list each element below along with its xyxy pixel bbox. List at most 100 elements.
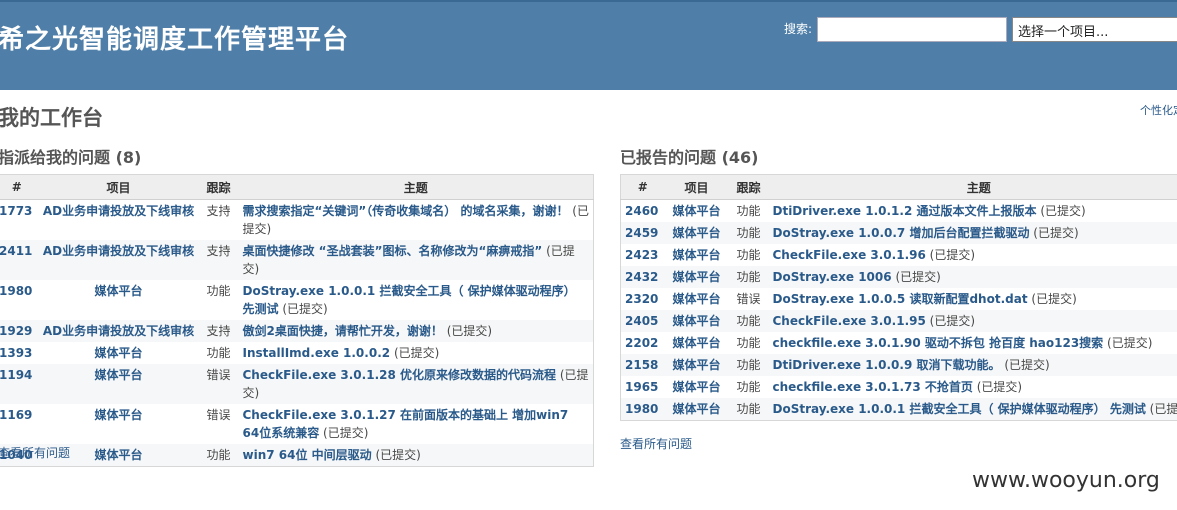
issue-id-cell: 2432 <box>620 266 665 288</box>
issue-subject-link[interactable]: checkfile.exe 3.0.1.73 不抢首页 <box>773 380 973 394</box>
issue-project-link[interactable]: 媒体平台 <box>672 226 720 240</box>
issue-project-link[interactable]: 媒体平台 <box>672 380 720 394</box>
issue-project-link[interactable]: AD业务申请投放及下线审核 <box>43 244 194 258</box>
assigned-view-all-link[interactable]: 查看所有问题 <box>0 444 70 461</box>
issue-id-link[interactable]: 2460 <box>625 204 658 218</box>
issue-subject-cell: CheckFile.exe 3.0.1.96 (已提交) <box>768 244 1177 266</box>
issue-id-link[interactable]: 1194 <box>0 368 32 382</box>
site-title[interactable]: 希之光智能调度工作管理平台 <box>0 19 349 56</box>
search-input[interactable] <box>817 17 1007 42</box>
issue-project-link[interactable]: 媒体平台 <box>672 358 720 372</box>
issue-status: (已提交) <box>1107 336 1153 350</box>
issue-tracker: 错误 <box>198 364 239 404</box>
column-tracker[interactable]: 跟踪 <box>728 174 769 200</box>
issue-subject-link[interactable]: DoStray.exe 1006 <box>773 270 892 284</box>
issue-tracker: 功能 <box>728 376 769 398</box>
issue-status: (已提交) <box>1149 402 1177 416</box>
column-project[interactable]: 项目 <box>38 174 199 200</box>
issue-subject-link[interactable]: DoStray.exe 1.0.0.7 增加后台配置拦截驱动 <box>773 226 1030 240</box>
issue-tracker: 功能 <box>728 222 769 244</box>
issue-status: (已提交) <box>282 302 328 316</box>
table-row: 2423 媒体平台 功能 CheckFile.exe 3.0.1.96 (已提交) <box>620 244 1177 266</box>
column-id[interactable]: # <box>620 174 665 200</box>
issue-project-link[interactable]: 媒体平台 <box>672 402 720 416</box>
column-subject[interactable]: 主题 <box>238 174 594 200</box>
issue-project-link[interactable]: 媒体平台 <box>94 368 142 382</box>
table-row: 1980 媒体平台 功能 DoStray.exe 1.0.0.1 拦截安全工具（ 保护… <box>0 280 594 320</box>
issue-subject-cell: 傲剑2桌面快捷，请帮忙开发，谢谢！ (已提交) <box>238 320 594 342</box>
issue-tracker: 错误 <box>728 288 769 310</box>
column-subject[interactable]: 主题 <box>768 174 1177 200</box>
issue-subject-link[interactable]: 桌面快捷修改 “圣战套装”图标、名称修改为“麻痹戒指” <box>243 244 543 258</box>
issue-subject-link[interactable]: DtiDriver.exe 1.0.1.2 通过版本文件上报版本 <box>773 204 1037 218</box>
issue-subject-cell: DoStray.exe 1.0.0.1 拦截安全工具（ 保护媒体驱动程序） 先测… <box>768 398 1177 421</box>
column-id[interactable]: # <box>0 174 39 200</box>
issue-status: (已提交) <box>929 248 976 262</box>
issue-id-link[interactable]: 2202 <box>625 336 658 350</box>
issue-project-link[interactable]: 媒体平台 <box>672 248 720 262</box>
column-project[interactable]: 项目 <box>664 174 729 200</box>
issue-subject-link[interactable]: DoStray.exe 1.0.0.5 读取新配置dhot.dat <box>773 292 1028 306</box>
issue-id-link[interactable]: 1393 <box>0 346 32 360</box>
issue-subject-link[interactable]: 傲剑2桌面快捷，请帮忙开发，谢谢！ <box>243 324 443 338</box>
issue-id-link[interactable]: 2158 <box>625 358 658 372</box>
issue-subject-link[interactable]: InstallImd.exe 1.0.0.2 <box>243 346 391 360</box>
issue-tracker: 支持 <box>198 240 239 280</box>
issue-status: (已提交) <box>323 426 369 440</box>
issue-project-link[interactable]: 媒体平台 <box>672 270 720 284</box>
issue-project-cell: 媒体平台 <box>664 288 729 310</box>
search-label: 搜索: <box>784 22 813 36</box>
issue-subject-link[interactable]: win7 64位 中间层驱动 <box>243 448 372 462</box>
issue-id-link[interactable]: 2405 <box>625 314 658 328</box>
issue-id-link[interactable]: 1929 <box>0 324 32 338</box>
issue-subject-link[interactable]: CheckFile.exe 3.0.1.28 优化原来修改数据的代码流程 <box>243 368 557 382</box>
personalize-link[interactable]: 个性化定 <box>1140 102 1177 118</box>
issue-project-link[interactable]: AD业务申请投放及下线审核 <box>43 204 194 218</box>
issue-project-link[interactable]: 媒体平台 <box>94 408 142 422</box>
issue-id-link[interactable]: 2432 <box>625 270 658 284</box>
project-select[interactable]: 选择一个项目... <box>1012 17 1177 42</box>
issue-id-link[interactable]: 1965 <box>625 380 658 394</box>
top-header: 希之光智能调度工作管理平台 搜索: 选择一个项目... <box>0 0 1177 90</box>
issue-id-cell: 2459 <box>620 222 665 244</box>
issue-project-link[interactable]: 媒体平台 <box>672 314 720 328</box>
issue-project-link[interactable]: AD业务申请投放及下线审核 <box>43 324 194 338</box>
issue-subject-link[interactable]: CheckFile.exe 3.0.1.96 <box>773 248 926 262</box>
issue-project-link[interactable]: 媒体平台 <box>672 336 720 350</box>
issue-project-link[interactable]: 媒体平台 <box>672 204 720 218</box>
issue-subject-link[interactable]: CheckFile.exe 3.0.1.95 <box>773 314 926 328</box>
issue-id-link[interactable]: 1773 <box>0 204 32 218</box>
issue-id-link[interactable]: 2459 <box>625 226 658 240</box>
issue-subject-cell: checkfile.exe 3.0.1.90 驱动不拆包 抢百度 hao123搜… <box>768 332 1177 354</box>
reported-view-all-link[interactable]: 查看所有问题 <box>620 435 692 452</box>
issue-id-link[interactable]: 1980 <box>0 284 32 298</box>
column-tracker[interactable]: 跟踪 <box>198 174 239 200</box>
watermark-text: www.wooyun.org <box>972 468 1160 493</box>
issue-id-link[interactable]: 2320 <box>625 292 658 306</box>
issue-project-link[interactable]: 媒体平台 <box>94 346 142 360</box>
issue-id-link[interactable]: 2411 <box>0 244 32 258</box>
issue-status: (已提交) <box>1033 226 1079 240</box>
issue-project-link[interactable]: 媒体平台 <box>672 292 720 306</box>
issue-tracker: 功能 <box>728 354 769 376</box>
issue-subject-link[interactable]: CheckFile.exe 3.0.1.27 在前面版本的基础上 增加win7 … <box>243 408 569 440</box>
issue-status: (已提交) <box>895 270 941 284</box>
issue-subject-link[interactable]: DoStray.exe 1.0.0.1 拦截安全工具（ 保护媒体驱动程序） 先测… <box>773 402 1146 416</box>
issue-subject-cell: DoStray.exe 1.0.0.5 读取新配置dhot.dat (已提交) <box>768 288 1177 310</box>
issue-id-cell: 2411 <box>0 240 39 280</box>
issue-id-link[interactable]: 1980 <box>625 402 658 416</box>
issue-project-link[interactable]: 媒体平台 <box>94 448 142 462</box>
issue-subject-link[interactable]: DtiDriver.exe 1.0.0.9 取消下载功能。 <box>773 358 1001 372</box>
issue-subject-link[interactable]: 需求搜索指定“关键词”（传奇收集域名） 的域名采集，谢谢！ <box>243 204 569 218</box>
issue-project-cell: 媒体平台 <box>664 398 729 421</box>
issue-id-link[interactable]: 2423 <box>625 248 658 262</box>
issue-project-link[interactable]: 媒体平台 <box>94 284 142 298</box>
issue-tracker: 支持 <box>198 320 239 342</box>
issue-subject-cell: DoStray.exe 1.0.0.1 拦截安全工具（ 保护媒体驱动程序） 先测… <box>238 280 594 320</box>
issue-subject-link[interactable]: checkfile.exe 3.0.1.90 驱动不拆包 抢百度 hao123搜… <box>773 336 1104 350</box>
issue-id-link[interactable]: 1169 <box>0 408 32 422</box>
table-row: 1169 媒体平台 错误 CheckFile.exe 3.0.1.27 在前面版本的基… <box>0 404 594 444</box>
issue-project-cell: 媒体平台 <box>664 310 729 332</box>
issue-id-cell: 2405 <box>620 310 665 332</box>
issue-status: (已提交) <box>1004 358 1050 372</box>
